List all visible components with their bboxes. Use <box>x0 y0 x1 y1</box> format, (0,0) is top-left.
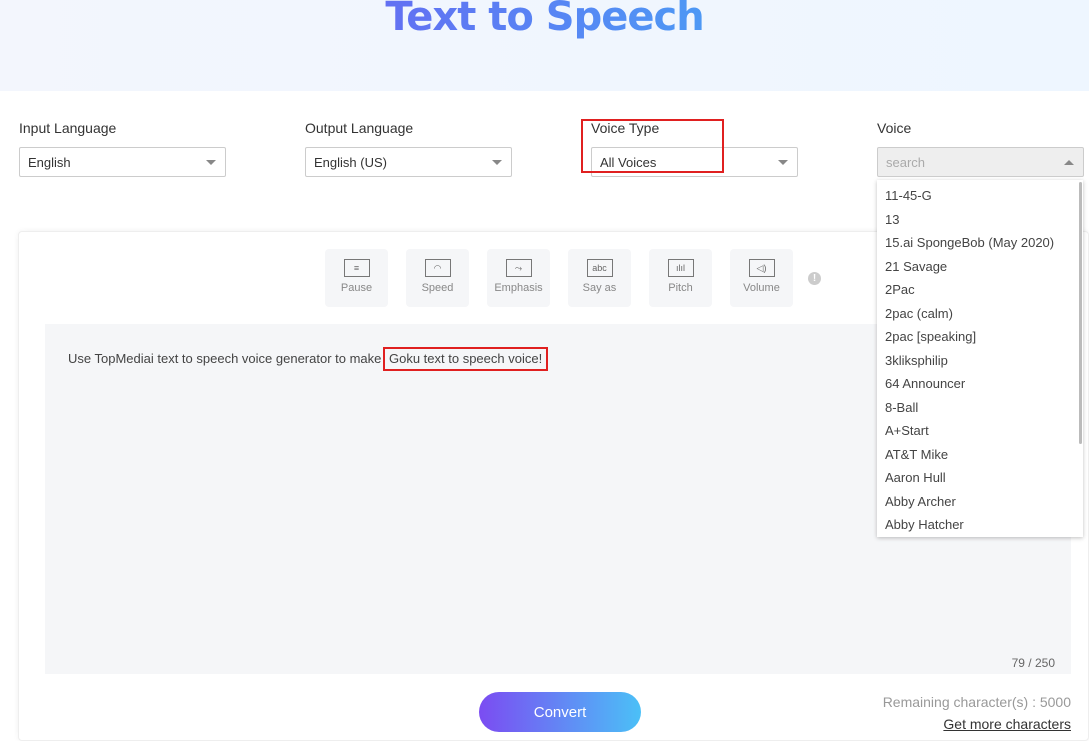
voice-option[interactable]: 13 <box>877 208 1083 232</box>
voice-option[interactable]: Abby Archer <box>877 490 1083 514</box>
tool-label: Volume <box>743 282 780 294</box>
tool-label: Say as <box>582 282 617 294</box>
speed-tool[interactable]: ◠ Speed <box>406 249 469 307</box>
voice-option[interactable]: Aaron Hull <box>877 466 1083 490</box>
tool-label: Pitch <box>668 282 693 294</box>
speedometer-icon: ◠ <box>424 259 451 277</box>
page-title: Text to Speech <box>0 0 1089 40</box>
chevron-down-icon <box>492 160 502 165</box>
voice-option[interactable]: A+Start <box>877 419 1083 443</box>
highlighted-text: Goku text to speech voice! <box>383 347 549 371</box>
pause-tool[interactable]: ≡ Pause <box>325 249 388 307</box>
voice-option[interactable]: 11-45-G <box>877 184 1083 208</box>
voice-label: Voice <box>877 120 912 136</box>
output-language-value: English (US) <box>314 155 387 170</box>
editor-text: Use TopMediai text to speech voice gener… <box>68 351 385 366</box>
tool-label: Pause <box>340 282 373 294</box>
volume-icon: ◁) <box>748 259 775 277</box>
say-as-icon: abc <box>586 259 613 277</box>
highlight-box <box>581 119 724 173</box>
voice-option[interactable]: 21 Savage <box>877 255 1083 279</box>
output-language-label: Output Language <box>305 120 414 136</box>
voice-search-input[interactable]: search <box>877 147 1084 177</box>
voice-option[interactable]: 64 Announcer <box>877 372 1083 396</box>
voice-option[interactable]: 3kliksphilip <box>877 349 1083 373</box>
say-as-tool[interactable]: abc Say as <box>568 249 631 307</box>
pitch-icon: ılıl <box>667 259 694 277</box>
emphasis-icon: ⤳ <box>505 259 532 277</box>
input-language-select[interactable]: English <box>19 147 226 177</box>
pitch-tool[interactable]: ılıl Pitch <box>649 249 712 307</box>
info-icon[interactable]: ! <box>808 272 821 285</box>
emphasis-tool[interactable]: ⤳ Emphasis <box>487 249 550 307</box>
voice-option[interactable]: AT&T Mike <box>877 443 1083 467</box>
voice-option[interactable]: 2pac [speaking] <box>877 325 1083 349</box>
volume-tool[interactable]: ◁) Volume <box>730 249 793 307</box>
get-more-characters-link[interactable]: Get more characters <box>943 716 1071 732</box>
chevron-down-icon <box>206 160 216 165</box>
tool-label: Speed <box>421 282 454 294</box>
scrollbar[interactable] <box>1079 182 1082 444</box>
pause-icon: ≡ <box>343 259 370 277</box>
voice-option[interactable]: Abby Hatcher <box>877 513 1083 537</box>
voice-search-placeholder: search <box>886 155 926 170</box>
convert-button[interactable]: Convert <box>479 692 641 732</box>
input-language-value: English <box>28 155 71 170</box>
remaining-characters: Remaining character(s) : 5000 <box>882 694 1071 710</box>
tool-label: Emphasis <box>494 282 543 294</box>
chevron-up-icon <box>1064 160 1074 165</box>
input-language-label: Input Language <box>19 120 117 136</box>
voice-option[interactable]: 15.ai SpongeBob (May 2020) <box>877 231 1083 255</box>
voice-option[interactable]: 2pac (calm) <box>877 302 1083 326</box>
character-count: 79 / 250 <box>1011 656 1055 670</box>
voice-option[interactable]: 2Pac <box>877 278 1083 302</box>
chevron-down-icon <box>778 160 788 165</box>
output-language-select[interactable]: English (US) <box>305 147 512 177</box>
voice-option[interactable]: 8-Ball <box>877 396 1083 420</box>
voice-dropdown-list[interactable]: 11-45-G 13 15.ai SpongeBob (May 2020) 21 Sa… <box>877 180 1083 537</box>
